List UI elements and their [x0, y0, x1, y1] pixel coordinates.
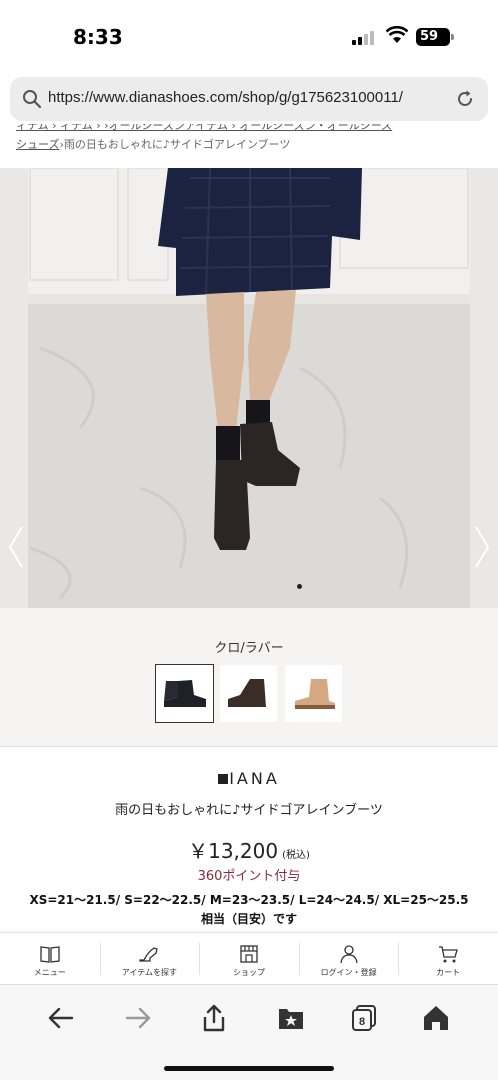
- brand-logo[interactable]: IANA: [0, 769, 498, 788]
- address-bar[interactable]: https://www.dianashoes.com/shop/g/g17562…: [10, 77, 488, 121]
- price-value: ￥13,200: [188, 839, 279, 863]
- bookmarks-icon[interactable]: [276, 1003, 306, 1033]
- nav-label: ログイン・登録: [320, 968, 377, 977]
- signal-icon: [352, 31, 376, 45]
- selected-color-label: クロ/ラバー: [214, 641, 284, 656]
- nav-label: カート: [436, 968, 461, 977]
- user-icon: [339, 945, 358, 964]
- home-icon[interactable]: [421, 1003, 451, 1033]
- size-guide: XS=21～21.5/ S=22～22.5/ M=23～23.5/ L=24～2…: [29, 893, 469, 907]
- share-icon[interactable]: [199, 1003, 229, 1033]
- color-swatch-beige[interactable]: [285, 665, 342, 722]
- nav-menu[interactable]: メニュー: [0, 933, 100, 984]
- cart-icon: [439, 946, 459, 963]
- nav-shop[interactable]: ショップ: [199, 933, 299, 984]
- reload-icon[interactable]: [454, 88, 476, 110]
- color-swatch-brown[interactable]: [220, 665, 277, 722]
- breadcrumb-current: ›雨の日もおしゃれに♪サイドゴアレインブーツ: [59, 138, 291, 151]
- nav-login[interactable]: ログイン・登録: [298, 933, 399, 984]
- carousel-dot[interactable]: [297, 584, 302, 589]
- battery-icon: 59: [416, 28, 454, 46]
- product-title: 雨の日もおしゃれに♪サイドゴアレインブーツ: [115, 803, 383, 818]
- book-icon: [40, 946, 60, 963]
- size-guide-note: 相当（目安）です: [200, 912, 297, 926]
- points-label: 360ポイント付与: [197, 869, 301, 884]
- url-text[interactable]: https://www.dianashoes.com/shop/g/g17562…: [48, 89, 403, 106]
- color-selector: クロ/ラバー: [0, 608, 498, 746]
- nav-label: メニュー: [33, 968, 66, 977]
- tabs-icon[interactable]: 8: [349, 1003, 379, 1033]
- wifi-icon: [386, 26, 408, 43]
- chevron-left-icon[interactable]: [6, 523, 26, 571]
- product-info: IANA 雨の日もおしゃれに♪サイドゴアレインブーツ ￥13,200 (税込) 3…: [0, 746, 498, 932]
- breadcrumb: ィテム › ィテム › ›オールシーズンアイテム › オールシーズン・オールシー…: [16, 124, 486, 164]
- status-bar: 8:33 59: [0, 0, 498, 70]
- shoe-icon: [139, 947, 159, 962]
- color-swatch-black[interactable]: [155, 664, 214, 723]
- product-image[interactable]: [0, 168, 498, 608]
- site-nav: メニュー アイテムを探す ショップ ログイン・登録 カート: [0, 932, 498, 984]
- nav-find-items[interactable]: アイテムを探す: [99, 933, 200, 984]
- tax-label: (税込): [282, 850, 310, 861]
- status-time: 8:33: [73, 25, 123, 49]
- brand-mark-icon: [218, 774, 229, 784]
- back-arrow-icon[interactable]: [46, 1003, 76, 1033]
- search-icon: [23, 90, 42, 109]
- forward-arrow-icon[interactable]: [123, 1003, 153, 1033]
- nav-label: ショップ: [232, 968, 265, 977]
- nav-cart[interactable]: カート: [398, 933, 498, 984]
- product-photo: [0, 168, 498, 608]
- chevron-right-icon[interactable]: [472, 523, 492, 571]
- battery-level: 59: [420, 29, 439, 44]
- brand-name: IANA: [229, 769, 280, 788]
- breadcrumb-item[interactable]: ィテム › ィテム › ›オールシーズンアイテム › オールシーズン・オールシー…: [16, 124, 392, 133]
- tabs-count: 8: [359, 1016, 365, 1028]
- product-price: ￥13,200 (税込): [0, 835, 498, 864]
- nav-label: アイテムを探す: [121, 968, 177, 977]
- shop-icon: [240, 945, 258, 963]
- home-indicator: [164, 1066, 334, 1071]
- breadcrumb-link-shoes[interactable]: シューズ: [16, 138, 59, 151]
